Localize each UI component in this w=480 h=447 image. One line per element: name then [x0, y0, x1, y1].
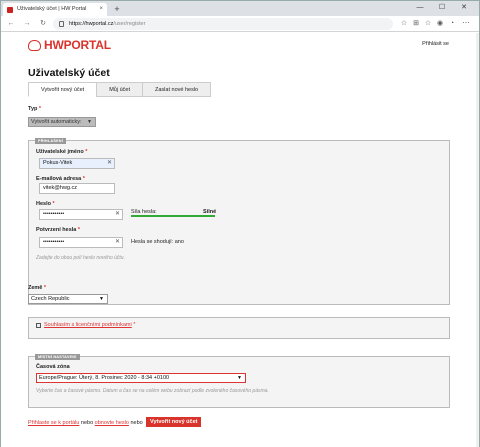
strength-bar [131, 215, 215, 217]
type-select[interactable]: Vytvořit automaticky: ▼ [28, 117, 96, 127]
favicon-icon [7, 7, 13, 13]
browser-tab[interactable]: Uživatelský účet | HW Portal × [3, 3, 107, 16]
address-bar[interactable]: https://hwportal.cz/user/register [53, 18, 393, 30]
menu-icon[interactable]: ⋯ [461, 19, 471, 29]
scrollbar[interactable] [476, 33, 479, 447]
close-window-button[interactable]: ✕ [455, 2, 473, 14]
minimize-button[interactable]: — [411, 2, 429, 14]
extensions-icon[interactable]: ⊞ [411, 19, 421, 29]
reset-password-link[interactable]: obnovte heslo [95, 420, 129, 426]
email-label: E-mailová adresa * [36, 176, 85, 182]
logo-portal: PORTAL [63, 38, 111, 52]
chevron-down-icon: ▼ [237, 375, 242, 381]
page-content: HWPORTAL Přihlásit se Uživatelský účet V… [1, 33, 479, 447]
country-select[interactable]: Czech Republic ▼ [28, 294, 108, 304]
login-link[interactable]: Přihlásit se [422, 41, 449, 47]
logo-hw: HW [44, 38, 64, 52]
lock-icon [59, 21, 64, 27]
collections-icon[interactable]: ☆ [423, 19, 433, 29]
or-text: nebo [130, 420, 143, 426]
maximize-button[interactable]: ☐ [433, 2, 451, 14]
terms-checkbox[interactable] [36, 323, 41, 328]
password-hint: Zadejte do obou polí heslo nového účtu. [36, 255, 125, 261]
terms-text: Souhlasím s licenčními podmínkami * [44, 322, 136, 328]
footer-links: Přihlaste se k portálu nebo obnovte hesl… [28, 420, 143, 426]
timezone-label: Časová zóna [36, 364, 70, 370]
country-label: Země * [28, 285, 47, 291]
confirm-label: Potvrzení hesla * [36, 227, 81, 233]
reload-icon[interactable]: ↻ [37, 18, 49, 30]
site-logo[interactable]: HWPORTAL [28, 38, 111, 52]
clear-icon[interactable]: ✕ [107, 159, 112, 168]
email-input[interactable]: vitek@hwg.cz [39, 183, 115, 194]
page-title: Uživatelský účet [28, 67, 110, 79]
tab-new-password[interactable]: Zaslat nové heslo [142, 82, 212, 97]
tab-create-account[interactable]: Vytvořit nový účet [28, 82, 98, 97]
profile-icon[interactable]: ◉ [435, 19, 445, 29]
timezone-select[interactable]: Europe/Prague: Úterý, 8. Prosinec 2020 -… [36, 373, 246, 383]
favorites-star-icon[interactable]: ☆ [399, 19, 409, 29]
create-account-button[interactable]: Vytvořit nový účet [146, 417, 202, 427]
local-settings-legend: MÍSTNÍ NASTAVENÍ [35, 354, 80, 360]
forward-icon[interactable]: → [21, 18, 33, 30]
url-host: https://hwportal.cz [69, 21, 114, 27]
new-tab-button[interactable]: + [111, 3, 123, 15]
clear-icon[interactable]: ✕ [115, 210, 120, 219]
account-tabs: Vytvořit nový účet Můj účet Zaslat nové … [28, 82, 212, 97]
clear-icon[interactable]: ✕ [115, 238, 120, 247]
browser-window: Uživatelský účet | HW Portal × + — ☐ ✕ ←… [0, 0, 480, 447]
type-select-value: Vytvořit automaticky: [31, 119, 82, 125]
tab-bar: Uživatelský účet | HW Portal × + — ☐ ✕ [1, 1, 479, 16]
chevron-down-icon: ▼ [99, 296, 104, 302]
login-legend: PŘIHLÁŠENÍ [35, 138, 66, 144]
password-label: Heslo * [36, 201, 55, 207]
tab-close-icon[interactable]: × [99, 3, 103, 16]
or-text: nebo [80, 420, 94, 426]
tab-title: Uživatelský účet | HW Portal [17, 6, 87, 12]
brain-logo-icon [28, 39, 41, 51]
username-input[interactable]: Pokus-Vitek ✕ [39, 158, 115, 169]
timezone-hint: Vyberte čas a časové pásmo. Datum a čas … [36, 388, 269, 394]
terms-fieldset [28, 317, 450, 339]
password-input[interactable]: ••••••••••• ✕ [39, 209, 123, 220]
chevron-down-icon: ▼ [87, 119, 92, 125]
match-text: Hesla se shodují: ano [131, 239, 184, 245]
url-path: /user/register [113, 21, 146, 27]
account-icon[interactable]: ◔ [447, 19, 457, 29]
browser-toolbar: ← → ↻ https://hwportal.cz/user/register … [1, 16, 479, 32]
terms-link[interactable]: Souhlasím s licenčními podmínkami [44, 322, 132, 328]
type-label: Typ * [28, 106, 42, 112]
tab-my-account[interactable]: Můj účet [96, 82, 143, 97]
login-portal-link[interactable]: Přihlaste se k portálu [28, 420, 79, 426]
username-label: Uživatelské jméno * [36, 149, 88, 155]
back-icon[interactable]: ← [5, 18, 17, 30]
confirm-input[interactable]: ••••••••••• ✕ [39, 237, 123, 248]
